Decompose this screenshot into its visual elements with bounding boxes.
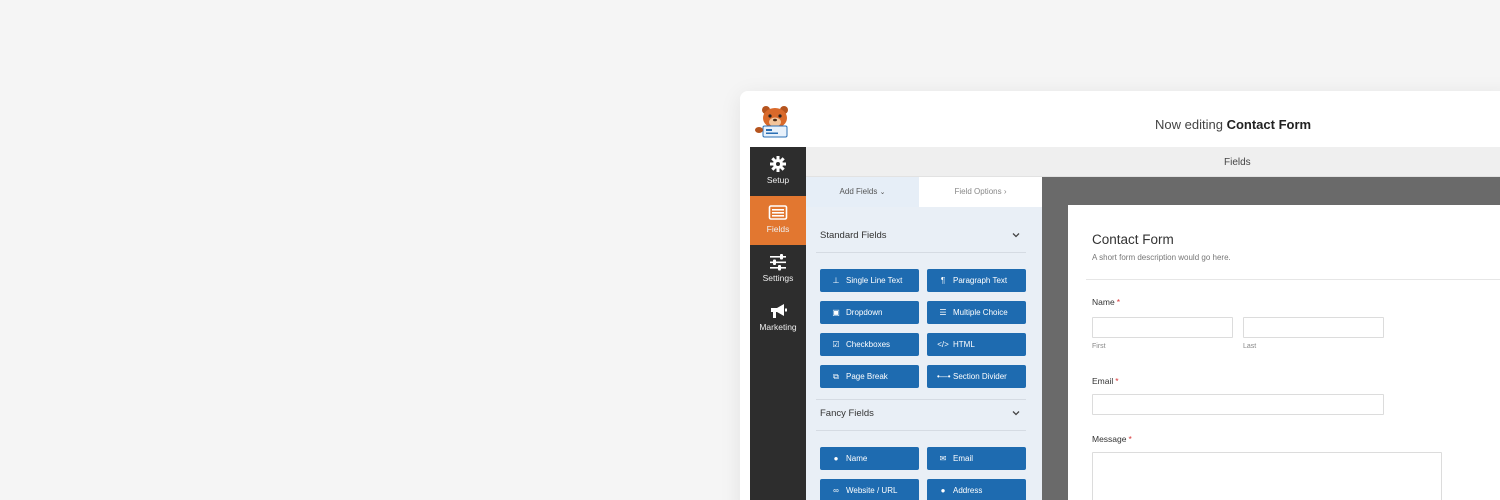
sidebar-item-label: Marketing: [759, 322, 797, 332]
name-field-label: Name *: [1092, 297, 1120, 307]
divider: [816, 430, 1026, 431]
field-button-label: Website / URL: [846, 486, 898, 495]
sidebar-item-fields[interactable]: Fields: [750, 196, 806, 245]
field-button-multiple-choice[interactable]: ☰ Multiple Choice: [927, 301, 1026, 324]
title-prefix: Now editing: [1155, 117, 1223, 132]
panel-tabs: Add Fields ⌄ Field Options ›: [806, 177, 1042, 207]
sidebar: Setup Fields Settings Marketing: [750, 147, 806, 500]
tab-label: Field Options: [954, 187, 1002, 196]
field-button-name[interactable]: ● Name: [820, 447, 919, 470]
field-button-website-url[interactable]: ∞ Website / URL: [820, 479, 919, 500]
form-description: A short form description would go here.: [1092, 253, 1231, 262]
divider: [816, 399, 1026, 400]
field-button-label: Checkboxes: [846, 340, 891, 349]
field-button-email[interactable]: ✉ Email: [927, 447, 1026, 470]
first-name-input[interactable]: [1092, 317, 1233, 338]
divider: [1086, 279, 1500, 280]
checkbox-icon: ☑: [832, 340, 840, 349]
fields-header-title: Fields: [1224, 157, 1251, 168]
sidebar-item-label: Fields: [766, 224, 790, 234]
user-icon: ●: [833, 454, 839, 463]
last-name-input[interactable]: [1243, 317, 1384, 338]
add-fields-panel: Add Fields ⌄ Field Options › Standard Fi…: [806, 177, 1042, 500]
field-button-label: Address: [953, 486, 983, 495]
sidebar-item-marketing[interactable]: Marketing: [750, 294, 806, 343]
required-mark: *: [1128, 434, 1132, 444]
fields-header: Fields: [806, 147, 1500, 177]
wpforms-bear-logo: [754, 104, 796, 138]
field-button-label: HTML: [953, 340, 975, 349]
form-preview-area: Contact Form A short form description wo…: [1042, 177, 1500, 500]
field-button-html[interactable]: </> HTML: [927, 333, 1026, 356]
map-pin-icon: ●: [940, 486, 946, 495]
divider-icon: •—•: [937, 372, 951, 381]
standard-fields-title: Standard Fields: [820, 230, 887, 241]
required-mark: *: [1115, 376, 1119, 386]
field-button-label: Page Break: [846, 372, 888, 381]
sliders-icon: [770, 254, 786, 271]
email-field-label: Email *: [1092, 376, 1119, 386]
field-button-label: Single Line Text: [846, 276, 903, 285]
chevron-right-icon: ›: [1003, 187, 1007, 196]
first-sublabel: First: [1092, 343, 1106, 350]
gear-icon: [770, 156, 786, 172]
field-button-label: Email: [953, 454, 974, 463]
fields-icon: [768, 205, 788, 220]
field-button-checkboxes[interactable]: ☑ Checkboxes: [820, 333, 919, 356]
megaphone-icon: [771, 304, 787, 318]
message-textarea[interactable]: [1092, 452, 1442, 500]
fancy-fields-title: Fancy Fields: [820, 408, 874, 419]
field-button-dropdown[interactable]: ▣ Dropdown: [820, 301, 919, 324]
field-button-page-break[interactable]: ⧉ Page Break: [820, 365, 919, 388]
field-button-label: Paragraph Text: [953, 276, 1008, 285]
last-sublabel: Last: [1243, 343, 1257, 350]
paragraph-icon: ¶: [940, 276, 946, 285]
top-bar: Now editing Contact Form: [740, 91, 1500, 147]
tab-field-options[interactable]: Field Options ›: [919, 177, 1042, 207]
sidebar-item-setup[interactable]: Setup: [750, 147, 806, 196]
field-button-paragraph-text[interactable]: ¶ Paragraph Text: [927, 269, 1026, 292]
field-button-label: Name: [846, 454, 868, 463]
sidebar-item-label: Settings: [762, 273, 794, 283]
field-button-label: Section Divider: [953, 372, 1007, 381]
label-text: Message: [1092, 434, 1127, 444]
divider: [816, 252, 1026, 253]
field-button-address[interactable]: ● Address: [927, 479, 1026, 500]
list-icon: ☰: [939, 308, 947, 317]
field-button-single-line-text[interactable]: ⊥ Single Line Text: [820, 269, 919, 292]
code-icon: </>: [937, 340, 949, 349]
chevron-down-icon: ⌄: [879, 189, 886, 196]
form-builder-window: Now editing Contact Form Setup Fields Se…: [740, 91, 1500, 500]
field-button-label: Multiple Choice: [953, 308, 1008, 317]
required-mark: *: [1116, 297, 1120, 307]
tab-label: Add Fields: [839, 187, 878, 196]
chevron-down-icon[interactable]: [1012, 409, 1020, 417]
form-preview-card: Contact Form A short form description wo…: [1068, 205, 1500, 500]
copy-icon: ⧉: [833, 372, 839, 381]
sidebar-item-settings[interactable]: Settings: [750, 245, 806, 294]
label-text: Email: [1092, 376, 1114, 386]
form-title: Contact Form: [1092, 232, 1174, 247]
sidebar-item-label: Setup: [766, 175, 790, 185]
text-cursor-icon: ⊥: [832, 276, 840, 285]
title-form-name: Contact Form: [1226, 117, 1312, 132]
page-title: Now editing Contact Form: [1155, 117, 1311, 132]
chevron-down-icon[interactable]: [1012, 231, 1020, 239]
message-field-label: Message *: [1092, 434, 1132, 444]
field-button-section-divider[interactable]: •—• Section Divider: [927, 365, 1026, 388]
tab-add-fields[interactable]: Add Fields ⌄: [806, 177, 919, 207]
field-button-label: Dropdown: [846, 308, 883, 317]
link-icon: ∞: [833, 486, 839, 495]
email-input[interactable]: [1092, 394, 1384, 415]
envelope-icon: ✉: [939, 454, 947, 463]
label-text: Name: [1092, 297, 1115, 307]
dropdown-icon: ▣: [832, 308, 840, 317]
